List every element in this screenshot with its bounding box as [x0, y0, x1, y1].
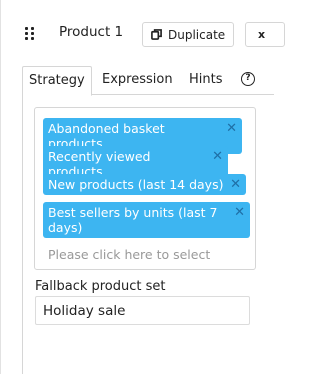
- chip-label: New products (last 14 days): [48, 177, 224, 192]
- fallback-product-set-input[interactable]: [35, 296, 250, 325]
- strategy-multiselect[interactable]: Abandoned basket products ✕ Recently vie…: [34, 107, 256, 270]
- remove-icon[interactable]: ✕: [212, 149, 223, 164]
- tab-expression[interactable]: Expression: [102, 66, 173, 95]
- tab-hints[interactable]: Hints: [189, 66, 223, 95]
- selected-chip[interactable]: Best sellers by units (last 7 days) ✕: [43, 202, 250, 238]
- chip-label: Best sellers by units (last 7 days): [48, 205, 218, 235]
- selected-chip[interactable]: New products (last 14 days) ✕: [43, 174, 246, 195]
- tab-bar: Strategy Expression Hints ?: [22, 66, 274, 96]
- duplicate-label: Duplicate: [168, 27, 226, 42]
- product-panel: Product 1 Duplicate x Strategy Expressio…: [0, 0, 285, 374]
- help-icon[interactable]: ?: [241, 72, 255, 86]
- remove-icon[interactable]: ✕: [234, 205, 245, 220]
- tab-content-strategy: Abandoned basket products ✕ Recently vie…: [22, 95, 274, 374]
- duplicate-button[interactable]: Duplicate: [142, 22, 234, 47]
- close-button[interactable]: x: [245, 22, 285, 47]
- remove-icon[interactable]: ✕: [230, 177, 241, 192]
- panel-header: Product 1 Duplicate x: [1, 0, 285, 62]
- fallback-label: Fallback product set: [35, 279, 166, 294]
- tab-strategy[interactable]: Strategy: [22, 66, 92, 96]
- copy-icon: [151, 29, 162, 40]
- drag-handle-icon[interactable]: [25, 27, 35, 41]
- panel-title: Product 1: [59, 24, 124, 40]
- remove-icon[interactable]: ✕: [226, 121, 237, 136]
- select-placeholder[interactable]: Please click here to select: [48, 247, 210, 262]
